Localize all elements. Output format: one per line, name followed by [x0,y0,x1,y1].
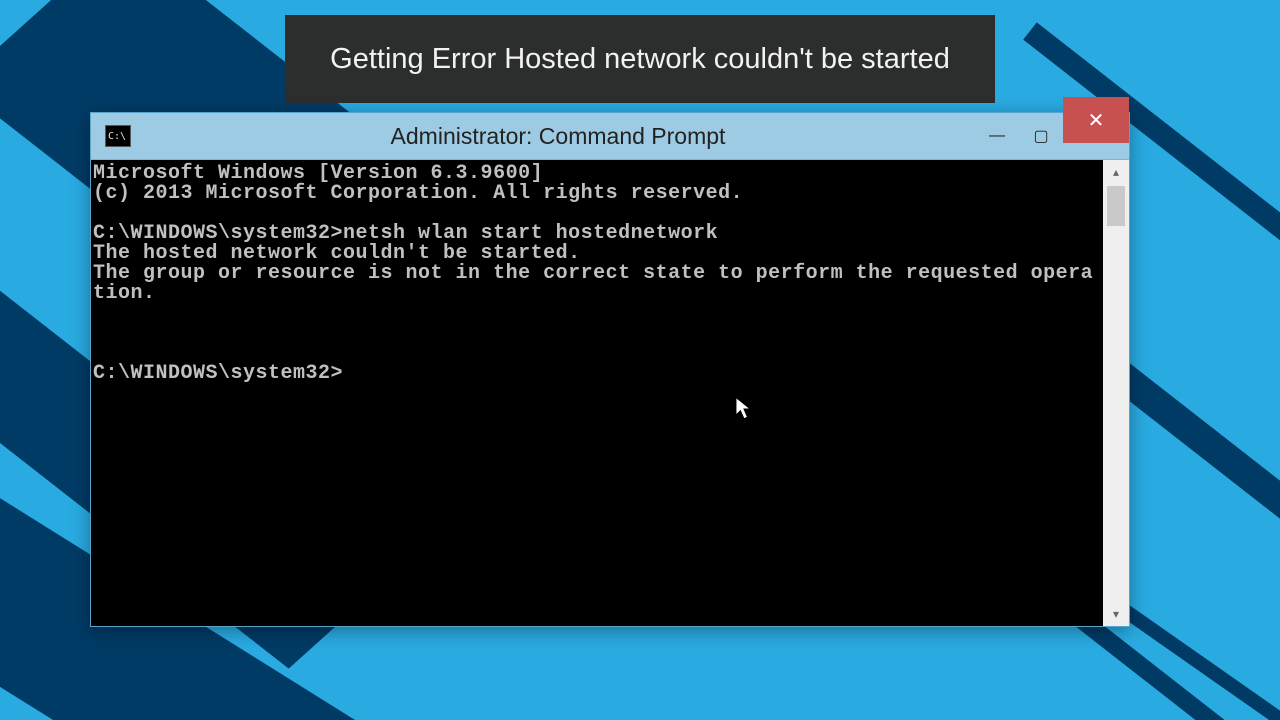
caption-text: Getting Error Hosted network couldn't be… [330,43,950,76]
window-controls: — ▢ ✕ [975,113,1129,159]
cmd-app-icon: C:\ [105,125,131,147]
command-prompt-window: C:\ Administrator: Command Prompt — ▢ ✕ … [90,112,1130,627]
caption-banner: Getting Error Hosted network couldn't be… [285,15,995,103]
scroll-up-arrow-icon[interactable]: ▴ [1103,160,1129,184]
window-title: Administrator: Command Prompt [141,123,975,150]
scroll-track[interactable] [1103,184,1129,602]
console-line: The group or resource is not in the corr… [93,262,1093,305]
maximize-button[interactable]: ▢ [1019,121,1063,151]
scroll-down-arrow-icon[interactable]: ▾ [1103,602,1129,626]
titlebar[interactable]: C:\ Administrator: Command Prompt — ▢ ✕ [91,113,1129,159]
console-prompt: C:\WINDOWS\system32> [93,362,343,385]
close-button[interactable]: ✕ [1063,97,1129,143]
scrollbar[interactable]: ▴ ▾ [1103,160,1129,626]
scroll-thumb[interactable] [1107,186,1125,226]
client-area: Microsoft Windows [Version 6.3.9600] (c)… [91,159,1129,626]
minimize-button[interactable]: — [975,121,1019,151]
console-output[interactable]: Microsoft Windows [Version 6.3.9600] (c)… [91,160,1103,626]
console-line: (c) 2013 Microsoft Corporation. All righ… [93,182,743,205]
